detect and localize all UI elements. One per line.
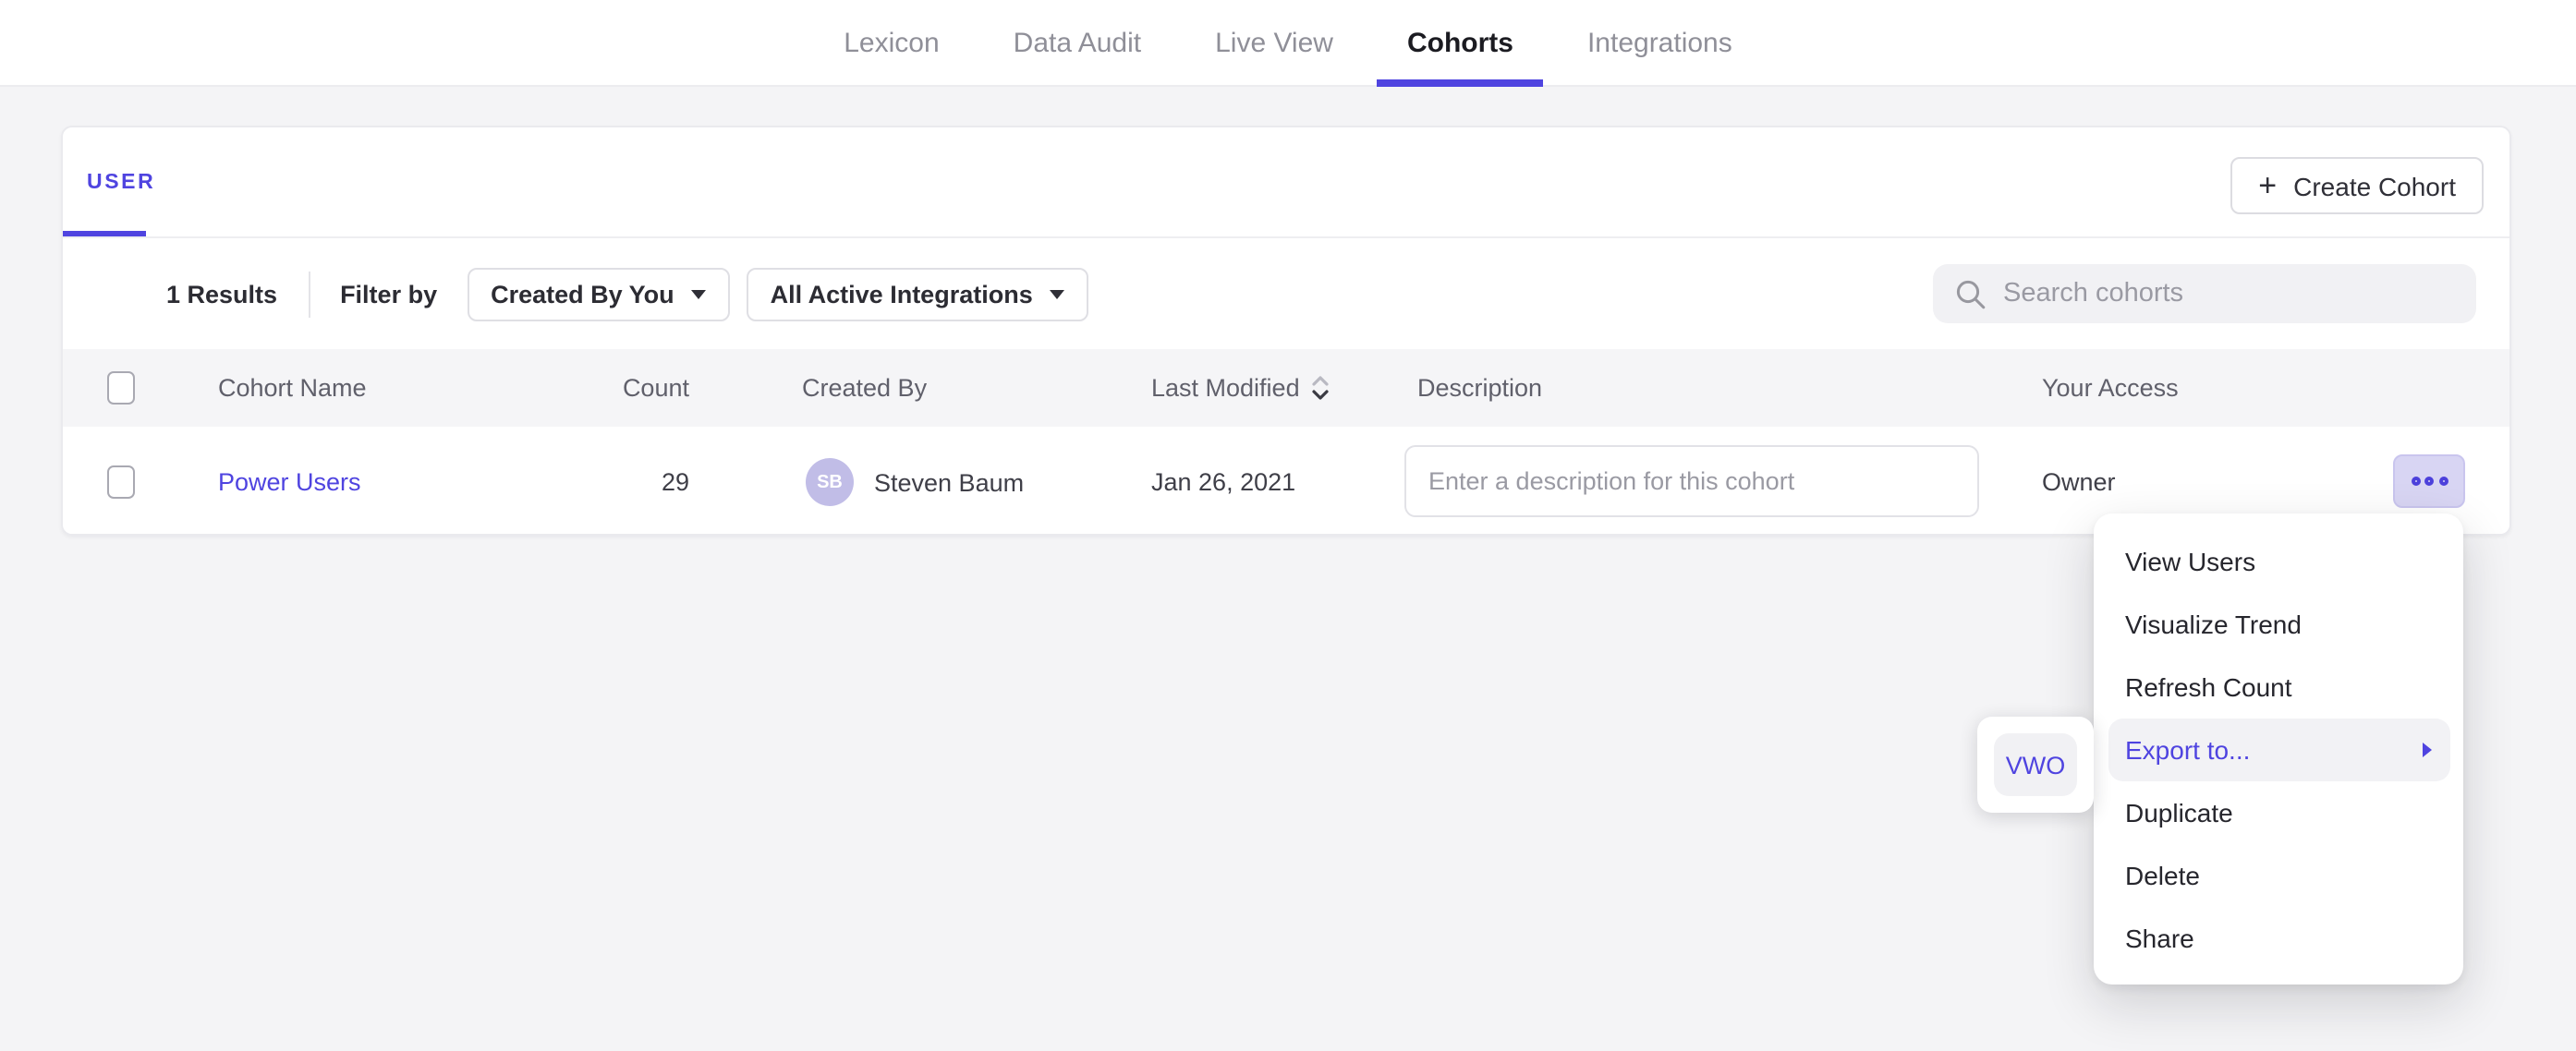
search-icon [1955, 278, 1987, 309]
integrations-dropdown-label: All Active Integrations [771, 280, 1033, 308]
submenu-item-label: VWO [2006, 751, 2066, 779]
search-cohorts-box [1933, 264, 2476, 323]
nav-tab-integrations[interactable]: Integrations [1587, 0, 1732, 85]
row-actions-button[interactable] [2393, 454, 2465, 508]
ellipsis-icon [2438, 477, 2448, 486]
top-navigation: Lexicon Data Audit Live View Cohorts Int… [0, 0, 2576, 87]
select-all-checkbox[interactable] [107, 371, 135, 405]
tab-user-underline [63, 230, 146, 236]
nav-tab-label: Live View [1215, 27, 1333, 58]
row-checkbox[interactable] [107, 465, 135, 499]
search-input[interactable] [2003, 279, 2447, 308]
cohort-type-tabs: USER + Create Cohort [63, 127, 2509, 238]
column-created-by: Created By [802, 374, 927, 402]
export-submenu: VWO [1977, 717, 2094, 813]
chevron-down-icon [1050, 289, 1064, 298]
column-count: Count [586, 374, 689, 402]
filter-by-label: Filter by [340, 280, 437, 308]
filter-bar: 1 Results Filter by Created By You All A… [63, 238, 2509, 349]
create-cohort-label: Create Cohort [2293, 171, 2456, 200]
menu-item-label: Duplicate [2125, 797, 2233, 827]
column-description: Description [1417, 374, 1542, 402]
created-by-dropdown[interactable]: Created By You [467, 267, 730, 320]
chevron-down-icon [691, 289, 706, 298]
nav-tab-label: Integrations [1587, 27, 1732, 58]
access-value: Owner [2042, 468, 2116, 496]
created-by-name: Steven Baum [874, 468, 1024, 496]
menu-item-label: Share [2125, 923, 2194, 952]
column-cohort-name: Cohort Name [218, 374, 367, 402]
menu-item-export-to[interactable]: Export to... [2108, 718, 2449, 780]
last-modified-value: Jan 26, 2021 [1151, 468, 1295, 496]
created-by-dropdown-label: Created By You [491, 280, 674, 308]
nav-tab-data-audit[interactable]: Data Audit [1014, 0, 1141, 85]
nav-tab-lexicon[interactable]: Lexicon [844, 0, 939, 85]
tab-user[interactable]: USER [87, 171, 155, 193]
menu-item-label: Visualize Trend [2125, 609, 2302, 638]
menu-item-visualize-trend[interactable]: Visualize Trend [2108, 592, 2449, 655]
menu-item-refresh-count[interactable]: Refresh Count [2108, 655, 2449, 718]
description-input[interactable] [1404, 445, 1979, 517]
column-last-modified[interactable]: Last Modified [1151, 374, 1331, 402]
active-tab-underline [1377, 79, 1543, 87]
nav-tab-live-view[interactable]: Live View [1215, 0, 1333, 85]
menu-item-view-users[interactable]: View Users [2108, 529, 2449, 592]
nav-tab-label: Lexicon [844, 27, 939, 58]
nav-tab-label: Data Audit [1014, 27, 1141, 58]
ellipsis-icon [2411, 477, 2420, 486]
row-context-menu: View Users Visualize Trend Refresh Count… [2094, 513, 2463, 985]
create-cohort-button[interactable]: + Create Cohort [2230, 157, 2484, 214]
menu-item-label: Export to... [2125, 734, 2250, 764]
plus-icon: + [2258, 170, 2277, 201]
cohorts-card: USER + Create Cohort 1 Results Filter by… [61, 126, 2511, 536]
avatar: SB [806, 458, 854, 506]
nav-tab-label: Cohorts [1407, 27, 1513, 58]
submenu-item-vwo[interactable]: VWO [1994, 733, 2077, 796]
created-by-cell: SB Steven Baum [806, 458, 1024, 506]
column-your-access: Your Access [2042, 374, 2179, 402]
nav-tab-cohorts[interactable]: Cohorts [1407, 0, 1513, 85]
cohort-count: 29 [586, 468, 689, 496]
menu-item-label: Delete [2125, 860, 2200, 889]
results-count: 1 Results [166, 280, 277, 308]
menu-item-duplicate[interactable]: Duplicate [2108, 780, 2449, 843]
integrations-dropdown[interactable]: All Active Integrations [747, 267, 1088, 320]
menu-item-label: Refresh Count [2125, 671, 2292, 701]
menu-item-delete[interactable]: Delete [2108, 843, 2449, 906]
column-last-modified-label: Last Modified [1151, 374, 1300, 402]
ellipsis-icon [2424, 477, 2434, 486]
menu-item-share[interactable]: Share [2108, 906, 2449, 969]
table-header: Cohort Name Count Created By Last Modifi… [63, 349, 2509, 427]
sort-icon[interactable] [1311, 374, 1331, 402]
divider [309, 271, 310, 317]
cohort-name-link[interactable]: Power Users [218, 468, 361, 496]
page: Lexicon Data Audit Live View Cohorts Int… [0, 0, 2576, 1051]
submenu-arrow-icon [2423, 742, 2432, 756]
menu-item-label: View Users [2125, 546, 2255, 575]
